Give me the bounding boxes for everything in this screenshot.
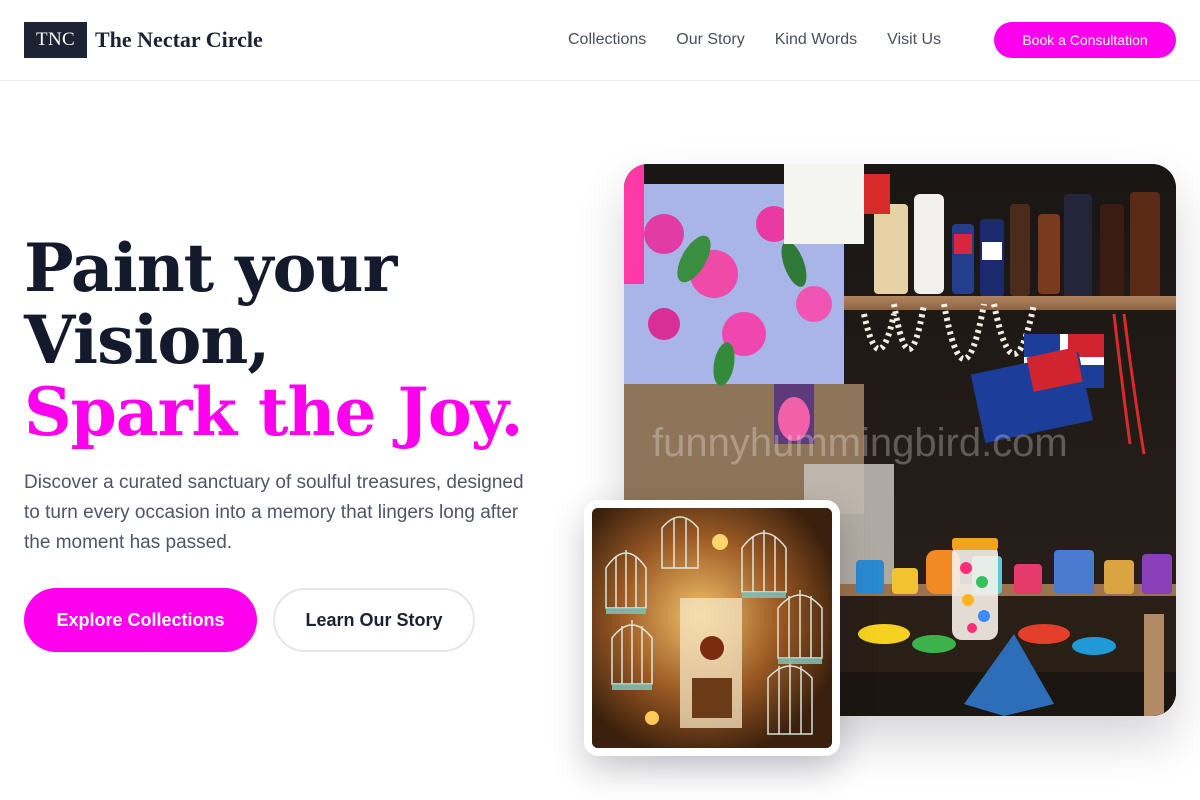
hero-title-line-1: Paint your bbox=[24, 229, 397, 307]
book-consultation-button[interactable]: Book a Consultation bbox=[994, 22, 1176, 58]
main-nav: Collections Our Story Kind Words Visit U… bbox=[552, 0, 955, 80]
nav-link-our-story[interactable]: Our Story bbox=[676, 31, 744, 49]
hero-title-line-2: Vision, bbox=[24, 301, 270, 379]
brand-logo-link[interactable]: TNC The Nectar Circle bbox=[24, 22, 263, 58]
site-header: TNC The Nectar Circle Collections Our St… bbox=[0, 0, 1200, 81]
nav-link-visit-us[interactable]: Visit Us bbox=[887, 31, 941, 49]
hero-subtitle: Discover a curated sanctuary of soulful … bbox=[24, 472, 524, 553]
hero-title: Paint your Vision, Spark the Joy. bbox=[24, 232, 523, 448]
nav-link-kind-words[interactable]: Kind Words bbox=[775, 31, 857, 49]
brand-monogram: TNC bbox=[24, 22, 87, 58]
birdcage-shop-photo bbox=[592, 508, 832, 748]
explore-collections-button[interactable]: Explore Collections bbox=[24, 588, 257, 652]
photo-watermark: funnyhummingbird.com bbox=[652, 421, 1068, 465]
nav-link-collections[interactable]: Collections bbox=[568, 31, 646, 49]
hero-title-accent: Spark the Joy. bbox=[24, 373, 523, 451]
birdcage-shop-photo-frame bbox=[584, 500, 840, 756]
birdcage-illustration bbox=[592, 508, 832, 748]
learn-our-story-button[interactable]: Learn Our Story bbox=[273, 588, 475, 652]
brand-name: The Nectar Circle bbox=[95, 27, 263, 52]
